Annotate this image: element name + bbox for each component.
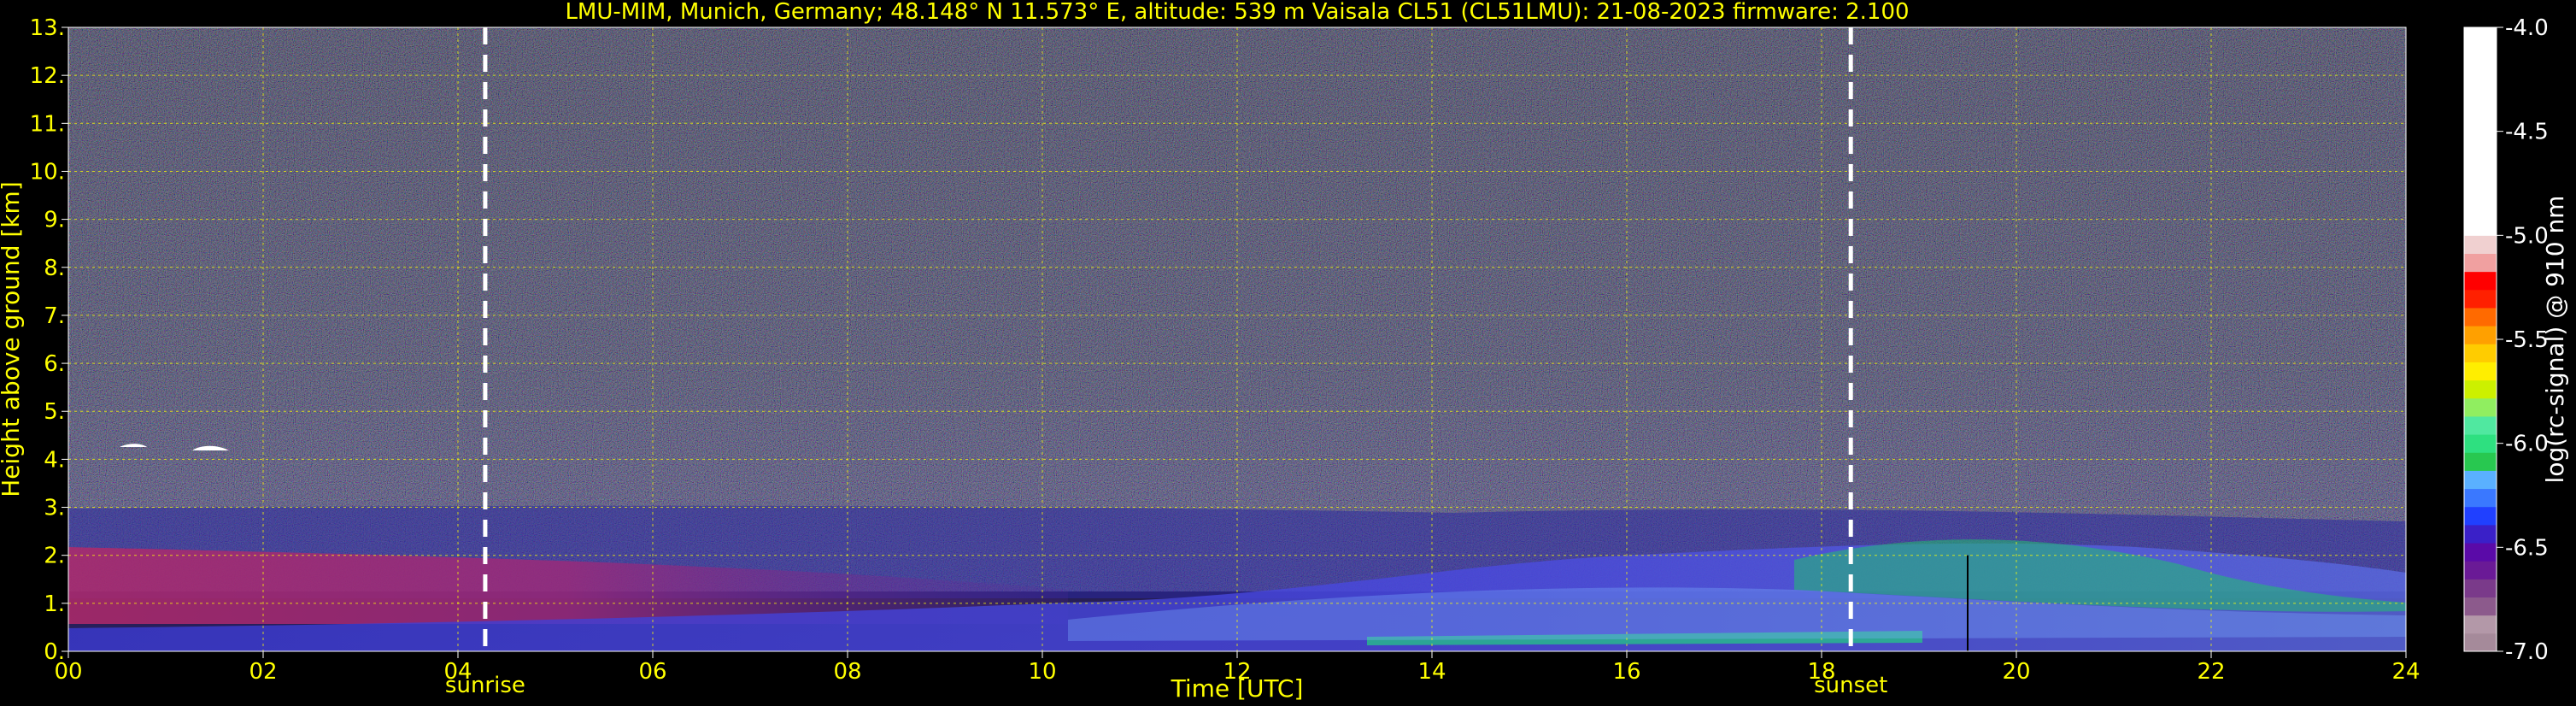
y-tick-label: 13. xyxy=(30,15,65,41)
colorbar-cell xyxy=(2464,488,2497,508)
colorbar-cell xyxy=(2464,452,2497,471)
colorbar-cell xyxy=(2464,344,2497,362)
colorbar-cell xyxy=(2464,506,2497,526)
colorbar-cell xyxy=(2464,235,2497,254)
y-tick-label: 11. xyxy=(30,111,65,137)
y-tick-label: 6. xyxy=(44,351,65,377)
x-tick-label: 02 xyxy=(249,659,277,685)
y-tick-label: 3. xyxy=(44,496,65,521)
colorbar-cell xyxy=(2464,615,2497,634)
colorbar-cell xyxy=(2464,326,2497,344)
x-tick-label: 20 xyxy=(2002,659,2030,685)
y-tick-label: 2. xyxy=(44,544,65,569)
y-tick-label: 4. xyxy=(44,447,65,473)
colorbar-tick-label: -7.0 xyxy=(2505,639,2549,665)
y-tick-label: 10. xyxy=(30,159,65,185)
y-tick-label: 0. xyxy=(44,639,65,665)
x-tick-label: 10 xyxy=(1028,659,1056,685)
colorbar-tick-label: -4.5 xyxy=(2505,120,2549,145)
x-tick-label: 24 xyxy=(2391,659,2420,685)
sunrise-label: sunrise xyxy=(445,673,525,698)
colorbar-cell xyxy=(2464,524,2497,544)
x-tick-label: 08 xyxy=(833,659,861,685)
colorbar-cell xyxy=(2464,561,2497,580)
colorbar-cell xyxy=(2464,379,2497,399)
x-tick-label: 06 xyxy=(638,659,666,685)
colorbar-tick-label: -4.0 xyxy=(2505,15,2549,41)
colorbar-cell xyxy=(2464,289,2497,309)
colorbar-cell xyxy=(2464,415,2497,435)
colorbar-cell xyxy=(2464,253,2497,273)
colorbar-cell xyxy=(2464,543,2497,562)
y-tick-label: 8. xyxy=(44,256,65,281)
colorbar-cell xyxy=(2464,397,2497,417)
y-tick-label: 5. xyxy=(44,399,65,425)
y-tick-label: 7. xyxy=(44,303,65,329)
colorbar-cell xyxy=(2464,434,2497,453)
ceilometer-figure: 00 02 04 06 08 10 12 14 16 18 20 22 24 0.1.2.3.4.5.6… xyxy=(0,0,2569,703)
sunset-label: sunset xyxy=(1814,673,1887,698)
colorbar-label: log(rc-signal) @ 910 nm xyxy=(2541,196,2569,484)
plot-area xyxy=(67,26,2407,652)
colorbar-cell xyxy=(2464,470,2497,490)
y-tick-label: 1. xyxy=(44,591,65,617)
y-axis-label: Height above ground [km] xyxy=(0,181,25,497)
colorbar-cell xyxy=(2464,27,2497,236)
colorbar-cells xyxy=(2464,27,2497,652)
y-axis-ticks: 0. 1. 2. 3. 4. 5. 6. 7. 8. 9. 10. 11. 12. 13. xyxy=(30,15,68,665)
x-tick-label: 16 xyxy=(1612,659,1640,685)
colorbar-cell xyxy=(2464,579,2497,598)
colorbar: -4.0-4.5-5.0-5.5-6.0-6.5-7.0 log(rc-sign… xyxy=(2463,15,2569,665)
colorbar-tick-label: -6.5 xyxy=(2505,535,2549,561)
chart-title: LMU-MIM, Munich, Germany; 48.148° N 11.5… xyxy=(565,0,1909,25)
colorbar-cell xyxy=(2464,362,2497,381)
x-tick-label: 22 xyxy=(2197,659,2225,685)
colorbar-cell xyxy=(2464,597,2497,616)
y-tick-label: 12. xyxy=(30,63,65,89)
x-axis-label: Time [UTC] xyxy=(1171,674,1304,703)
y-tick-label: 9. xyxy=(44,208,65,233)
colorbar-cell xyxy=(2464,271,2497,291)
x-tick-label: 14 xyxy=(1417,659,1446,685)
colorbar-cell xyxy=(2464,632,2497,652)
colorbar-cell xyxy=(2464,307,2497,327)
